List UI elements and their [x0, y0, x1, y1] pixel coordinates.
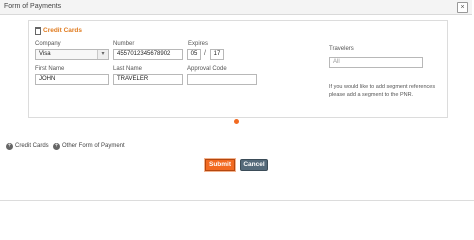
close-icon[interactable]: × [457, 2, 468, 13]
approval-code-field[interactable] [187, 74, 257, 85]
travelers-field[interactable]: All [329, 57, 423, 68]
plus-icon: + [6, 143, 13, 150]
expiry-month-field[interactable]: 05 [187, 49, 201, 60]
card-number-field[interactable]: 4557012345678902 [113, 49, 183, 60]
expiry-year-field[interactable]: 17 [210, 49, 224, 60]
pagination-dot[interactable] [234, 119, 239, 124]
company-label: Company [35, 41, 61, 47]
window-title: Form of Payments [4, 3, 62, 10]
window-titlebar: Form of Payments × [0, 0, 472, 15]
company-value: Visa [39, 51, 51, 57]
company-select[interactable]: Visa ▾ [35, 49, 109, 60]
first-name-label: First Name [35, 66, 65, 72]
chevron-down-icon: ▾ [97, 50, 108, 59]
last-name-label: Last Name [113, 66, 143, 72]
last-name-field[interactable]: TRAVELER [113, 74, 183, 85]
submit-button[interactable]: Submit [205, 159, 235, 171]
travelers-note: If you would like to add segment referen… [329, 84, 436, 98]
expires-label: Expires [188, 41, 209, 47]
first-name-field[interactable]: JOHN [35, 74, 109, 85]
add-other-payment-label: Other Form of Payment [62, 143, 125, 149]
add-credit-card-label: Credit Cards [15, 143, 49, 149]
cancel-button[interactable]: Cancel [240, 159, 268, 171]
bottom-divider [0, 200, 474, 201]
plus-icon: + [53, 143, 60, 150]
number-label: Number [113, 41, 135, 47]
credit-card-title: Credit Cards [43, 27, 83, 34]
expiry-separator: / [204, 50, 206, 57]
approval-code-label: Approval Code [187, 66, 227, 72]
travelers-label: Travelers [329, 46, 354, 52]
trash-icon[interactable] [35, 27, 41, 35]
travelers-value: All [333, 59, 340, 65]
credit-card-panel: Credit Cards Company Visa ▾ Number 45570… [28, 20, 448, 118]
